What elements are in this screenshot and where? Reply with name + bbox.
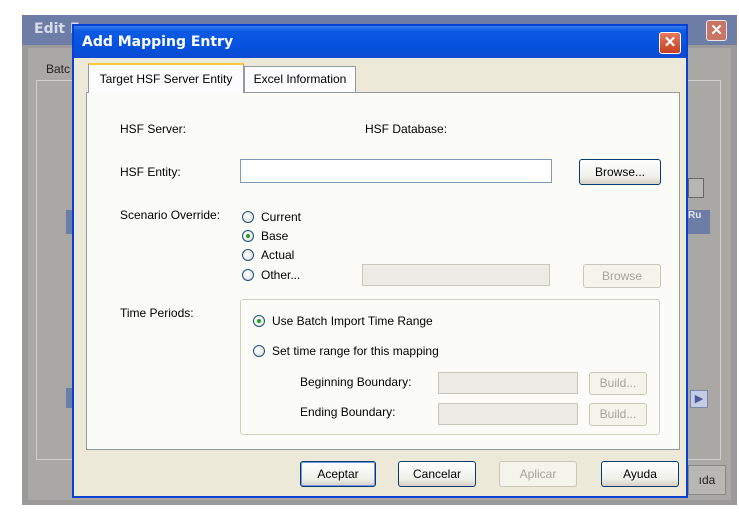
other-scenario-input[interactable] [362, 264, 550, 286]
dialog-title: Add Mapping Entry [82, 34, 234, 50]
scenario-actual-radio[interactable] [242, 249, 254, 261]
scenario-base-label: Base [261, 229, 289, 243]
close-icon[interactable]: ✕ [659, 32, 681, 54]
hsf-database-label: HSF Database: [365, 122, 448, 136]
background-scroll-right-icon: ▶ [690, 390, 708, 408]
help-button[interactable]: Ayuda [601, 461, 679, 487]
scenario-current-label: Current [261, 210, 302, 224]
set-range-radio[interactable] [253, 345, 265, 357]
scenario-actual-label: Actual [261, 248, 295, 262]
browse-button[interactable]: Browse... [579, 159, 661, 185]
beginning-boundary-input[interactable] [438, 372, 578, 394]
background-field [688, 178, 704, 198]
scenario-other-radio[interactable] [242, 269, 254, 281]
use-batch-range-label: Use Batch Import Time Range [272, 314, 433, 328]
background-button: ıda [688, 465, 726, 495]
hsf-entity-label: HSF Entity: [120, 165, 181, 179]
ending-boundary-input[interactable] [438, 403, 578, 425]
ok-button[interactable]: Aceptar [300, 461, 376, 487]
ending-boundary-label: Ending Boundary: [300, 405, 396, 419]
time-periods-label: Time Periods: [120, 306, 194, 320]
scenario-other-label: Other... [261, 268, 301, 282]
other-browse-button[interactable]: Browse [583, 264, 661, 288]
tab-excel-information[interactable]: Excel Information [244, 66, 356, 92]
use-batch-range-radio[interactable] [253, 315, 265, 327]
cancel-button[interactable]: Cancelar [398, 461, 476, 487]
scenario-base-radio[interactable] [242, 230, 254, 242]
set-range-label: Set time range for this mapping [272, 344, 439, 358]
scenario-current-radio[interactable] [242, 211, 254, 223]
scenario-override-label: Scenario Override: [120, 208, 221, 222]
hsf-entity-input[interactable] [240, 159, 552, 183]
beginning-build-button[interactable]: Build... [589, 372, 647, 395]
beginning-boundary-label: Beginning Boundary: [300, 375, 412, 389]
background-close-icon[interactable]: ✕ [706, 20, 727, 41]
background-tab-label: Batc [46, 62, 71, 76]
apply-button[interactable]: Aplicar [499, 461, 577, 487]
ending-build-button[interactable]: Build... [589, 403, 647, 426]
hsf-server-label: HSF Server: [120, 122, 187, 136]
background-column-header-right: Ru [688, 210, 710, 234]
tab-target-hsf-server-entity[interactable]: Target HSF Server Entity [88, 63, 244, 93]
